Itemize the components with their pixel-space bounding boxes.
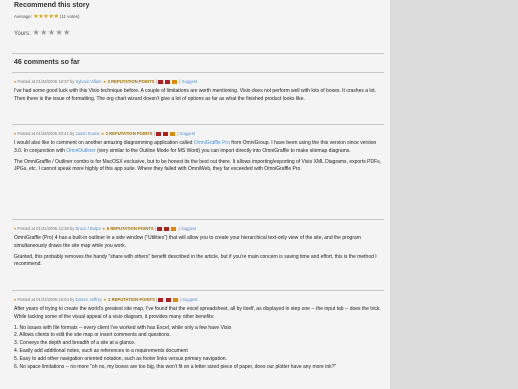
average-votes: (11 votes) <box>59 14 80 19</box>
medal-icon: ♦ <box>14 79 17 84</box>
comment-meta: ♦ Posted at 01/31/2006 15:04 by Darren J… <box>14 297 198 302</box>
list-item: 2. Allows clients to edit the site map o… <box>14 332 171 339</box>
quote-icon[interactable] <box>165 79 171 84</box>
list-item: 1. No issues with file formats -- every … <box>14 324 232 331</box>
your-rating-stars-icon[interactable]: ★★★★★ <box>32 28 70 37</box>
comment-meta: ♦ Posted at 01/26/2006 20:41 by Jason Ev… <box>14 131 196 136</box>
suggest-link[interactable]: Suggest <box>181 226 196 231</box>
list-item: 5. Easy to add other navigation oriented… <box>14 355 227 362</box>
comment-posted: Posted at 01/31/2006 15:04 by <box>17 297 75 302</box>
average-label: Average: <box>14 14 32 19</box>
right-sidebar <box>390 0 518 389</box>
comments-column: Recommend this story Average: ★★★★★ (11 … <box>12 0 386 389</box>
omnioutliner-link[interactable]: OmniOutliner <box>66 148 95 154</box>
comment-paragraph: Granted, this probably removes the handy… <box>14 253 377 268</box>
comment-meta: ♦ Posted at 01/31/2006 12:38 by Bruce / … <box>14 226 197 231</box>
average-rating: Average: ★★★★★ (11 votes) <box>14 13 80 20</box>
reply-icon[interactable] <box>157 226 163 231</box>
divider <box>12 290 384 291</box>
comment-body: After years of trying to create the worl… <box>14 306 382 371</box>
report-icon[interactable] <box>170 131 176 136</box>
suggest-link[interactable]: Suggest <box>180 131 195 136</box>
reputation-icon: ★ <box>103 297 107 302</box>
recommend-title: Recommend this story <box>14 2 90 9</box>
reputation-icon: ★ <box>102 79 107 84</box>
reputation-icon: ★ <box>100 131 105 136</box>
comment-body: OmniGraffle (Pro) 4 has a built-in outli… <box>14 235 382 272</box>
your-rating: Yours: ★★★★★ <box>14 28 71 37</box>
page: Recommend this story Average: ★★★★★ (11 … <box>0 0 518 389</box>
report-icon[interactable] <box>171 226 177 231</box>
list-item: 3. Conveys the depth and breadth of a si… <box>14 340 136 347</box>
list-item: 4. Easily add additional notes, such as … <box>14 347 188 354</box>
suggest-link[interactable]: Suggest <box>182 297 197 302</box>
main-content: Recommend this story Average: ★★★★★ (11 … <box>0 0 390 389</box>
reputation-icon: ★ <box>101 226 106 231</box>
divider <box>12 53 384 54</box>
comment-paragraph: The OmniGraffle / Outliner combo is for … <box>14 158 382 173</box>
comment-paragraph: OmniGraffle (Pro) 4 has a built-in outli… <box>14 235 361 249</box>
list-item: 6. No space limitations -- no more "oh n… <box>14 363 337 370</box>
divider <box>12 219 384 220</box>
reputation-points: 6 REPUTATION POINTS <box>106 226 154 231</box>
omnigraffle-link[interactable]: OmniGraffle Pro <box>194 140 230 146</box>
comment-posted: Posted at 01/26/2006 18:37 by <box>17 79 75 84</box>
reply-icon[interactable] <box>158 297 164 302</box>
medal-icon: ♦ <box>14 226 17 231</box>
report-icon[interactable] <box>172 297 178 302</box>
reputation-points: 2 REPUTATION POINTS <box>108 297 155 302</box>
reputation-points: 2 REPUTATION POINTS <box>107 79 155 84</box>
comment-paragraph: After years of trying to create the worl… <box>14 306 381 320</box>
yours-label: Yours: <box>14 31 31 37</box>
comment-author-link[interactable]: Sylvain Villars <box>76 79 102 84</box>
divider <box>12 72 384 73</box>
reputation-points: 3 REPUTATION POINTS <box>105 131 153 136</box>
comment-posted: Posted at 01/26/2006 20:41 by <box>17 131 75 136</box>
comment-author-link[interactable]: Jason Evans <box>76 131 100 136</box>
comment-body: I've had some good luck with this Visio … <box>14 88 382 107</box>
quote-icon[interactable] <box>164 226 170 231</box>
comment-paragraph: I would also like to comment on another … <box>14 140 382 156</box>
quote-icon[interactable] <box>163 131 169 136</box>
comment-posted: Posted at 01/31/2006 12:38 by <box>17 226 75 231</box>
report-icon[interactable] <box>172 79 178 84</box>
comment-body: I would also like to comment on another … <box>14 140 382 177</box>
quote-icon[interactable] <box>165 297 171 302</box>
divider <box>12 124 384 125</box>
comment-text: (very similar to the Outline Mode for MS… <box>95 147 351 154</box>
comments-heading: 46 comments so far <box>14 59 80 66</box>
comment-meta: ♦ Posted at 01/26/2006 18:37 by Sylvain … <box>14 79 198 84</box>
reply-icon[interactable] <box>155 131 161 136</box>
medal-icon: ♦ <box>14 297 17 302</box>
suggest-link[interactable]: Suggest <box>182 79 197 84</box>
reply-icon[interactable] <box>157 79 163 84</box>
comment-paragraph: I've had some good luck with this Visio … <box>14 88 377 102</box>
comment-author-link[interactable]: Darren Jeffrey <box>76 297 102 302</box>
comment-text: I would also like to comment on another … <box>14 140 194 146</box>
medal-icon: ♦ <box>14 131 17 136</box>
comment-author-link[interactable]: Bruce / Bulp3 <box>76 226 101 231</box>
average-stars-icon: ★★★★★ <box>33 14 59 20</box>
